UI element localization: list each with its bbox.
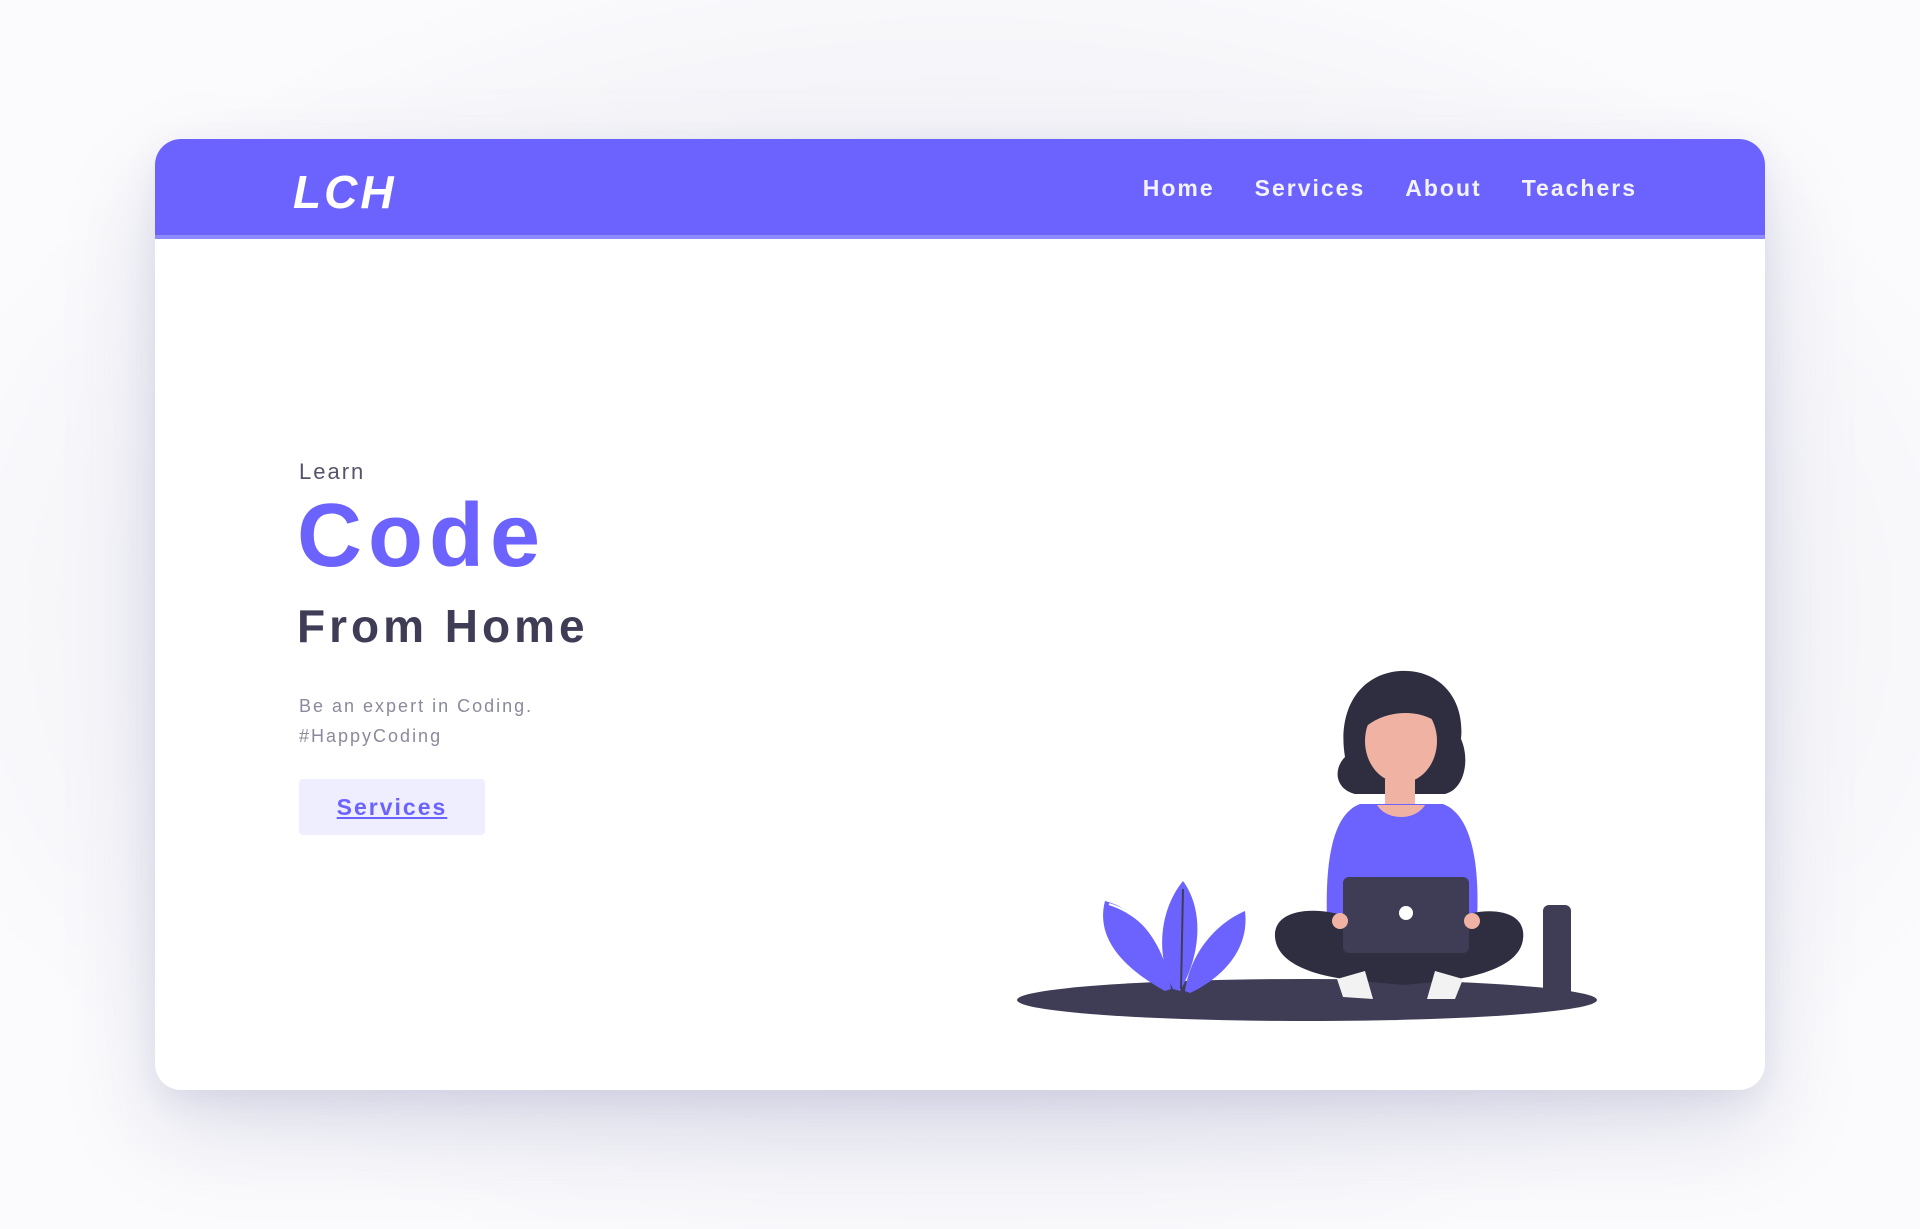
hero-text: Learn Code From Home Be an expert in Cod… [297,459,589,835]
hero-headline: Code [297,486,546,586]
nav-link-home[interactable]: Home [1143,175,1215,202]
ground-shadow [1017,979,1597,1021]
hero-description-line-1: Be an expert in Coding. [299,696,534,716]
right-hand [1464,913,1480,929]
speaker-icon [1543,905,1571,1001]
nav-link-services[interactable]: Services [1255,175,1366,202]
plant-icon [1103,881,1246,993]
hero-eyebrow: Learn [299,459,366,484]
navbar: LCH Home Services About Teachers [155,139,1765,239]
nav-link-about[interactable]: About [1405,175,1481,202]
screenshot-background: LCH Home Services About Teachers Learn C… [0,0,1920,1229]
browser-window: LCH Home Services About Teachers Learn C… [155,139,1765,1090]
laptop-logo [1399,906,1413,920]
left-hand [1332,913,1348,929]
hero-description-line-2: #HappyCoding [299,726,443,746]
person-with-laptop-illustration [1017,670,1597,1021]
main-nav: Home Services About Teachers [1143,175,1637,202]
nav-link-teachers[interactable]: Teachers [1522,175,1637,202]
hero-subhead: From Home [297,600,589,652]
hero-description: Be an expert in Coding. #HappyCoding [299,691,589,751]
logo[interactable]: LCH [293,165,397,219]
services-button[interactable]: Services [299,779,485,835]
